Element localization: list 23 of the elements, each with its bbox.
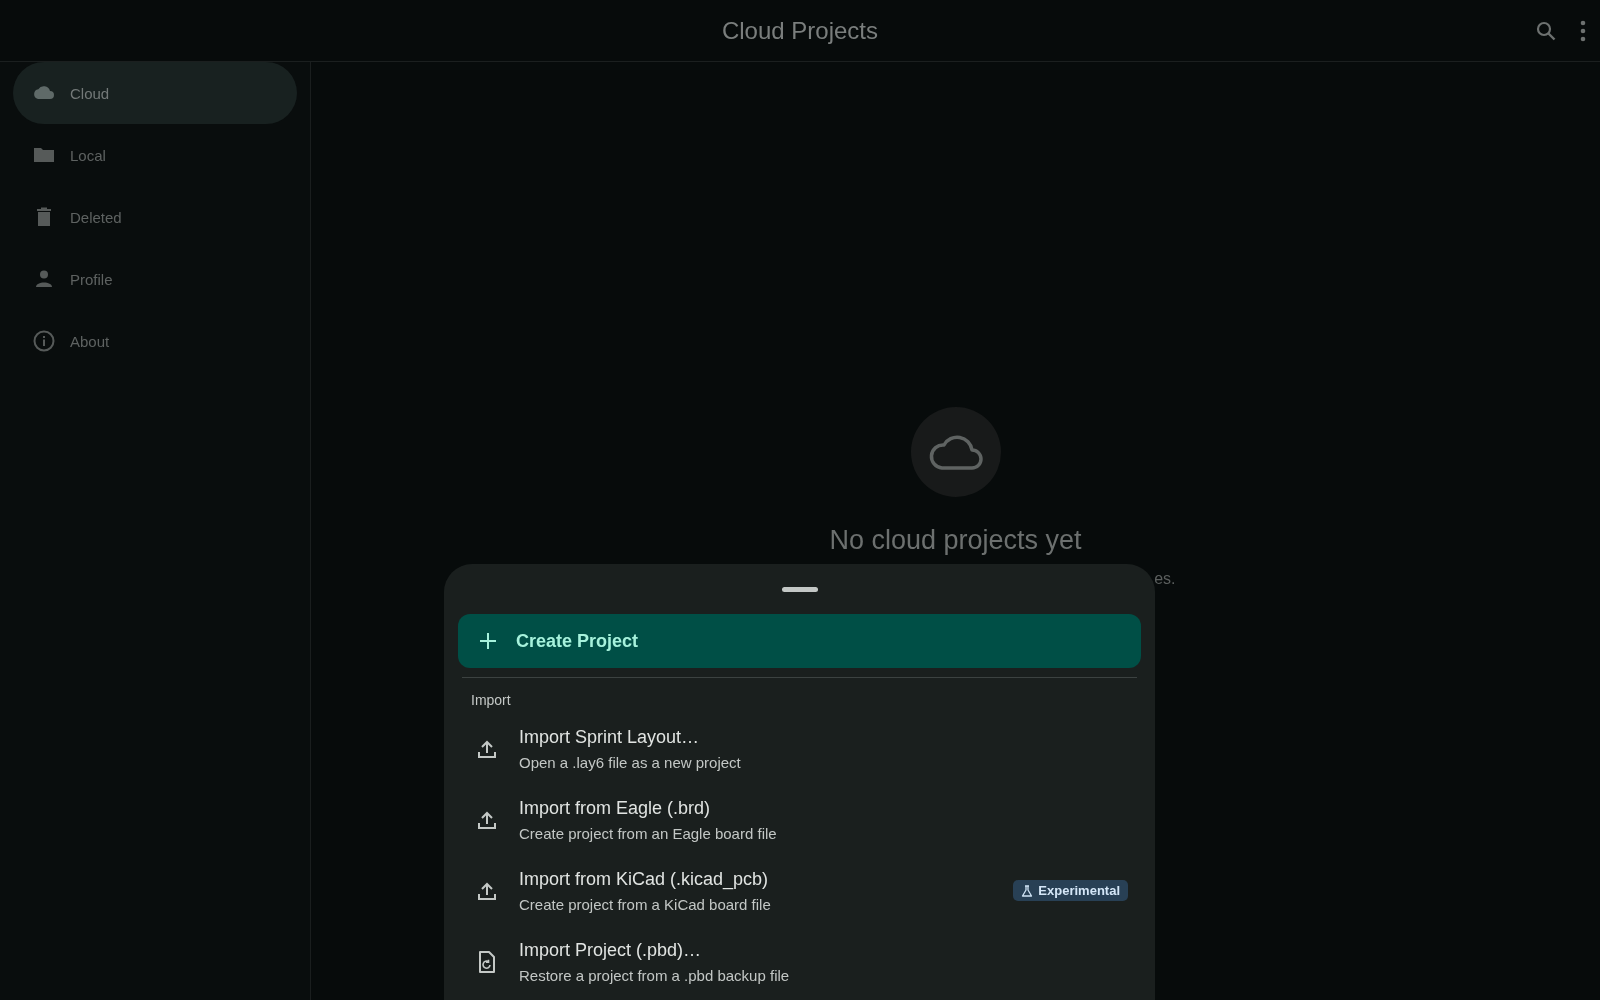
option-title: Import Sprint Layout… xyxy=(519,726,701,748)
import-option[interactable]: Import Project (.pbd)… Restore a project from a .pbd backup file xyxy=(458,926,1141,997)
section-label: Import xyxy=(471,692,512,708)
sidebar-item[interactable]: Cloud xyxy=(13,62,297,124)
empty-state-title: No cloud projects yet xyxy=(829,525,1082,556)
create-project-button[interactable]: Create Project xyxy=(458,614,1141,668)
page-title: Cloud Projects xyxy=(720,16,880,45)
option-description: Open a .lay6 file as a new project xyxy=(519,753,742,771)
plus-icon xyxy=(479,632,497,650)
import-option[interactable]: Import Sprint Layout… Open a .lay6 file as a new project xyxy=(458,713,1141,784)
flask-icon xyxy=(1021,884,1034,897)
info-icon xyxy=(32,329,56,353)
drag-handle[interactable] xyxy=(781,587,818,592)
option-title: Import Project (.pbd)… xyxy=(519,939,703,961)
option-description: Create project from an Eagle board file xyxy=(519,824,778,842)
experimental-badge: Experimental xyxy=(1013,880,1128,901)
option-description: Restore a project from a .pbd backup file xyxy=(519,966,791,984)
import-option[interactable]: Import from Eagle (.brd) Create project from an Eagle board file xyxy=(458,784,1141,855)
option-title: Import from KiCad (.kicad_pcb) xyxy=(519,868,770,890)
import-option[interactable]: Import from KiCad (.kicad_pcb) Create project from a KiCad board file Experimental xyxy=(458,855,1141,926)
option-title: Import from Eagle (.brd) xyxy=(519,797,712,819)
empty-state-message: es. xyxy=(1154,570,1176,587)
option-description: Create project from a KiCad board file xyxy=(519,895,772,913)
